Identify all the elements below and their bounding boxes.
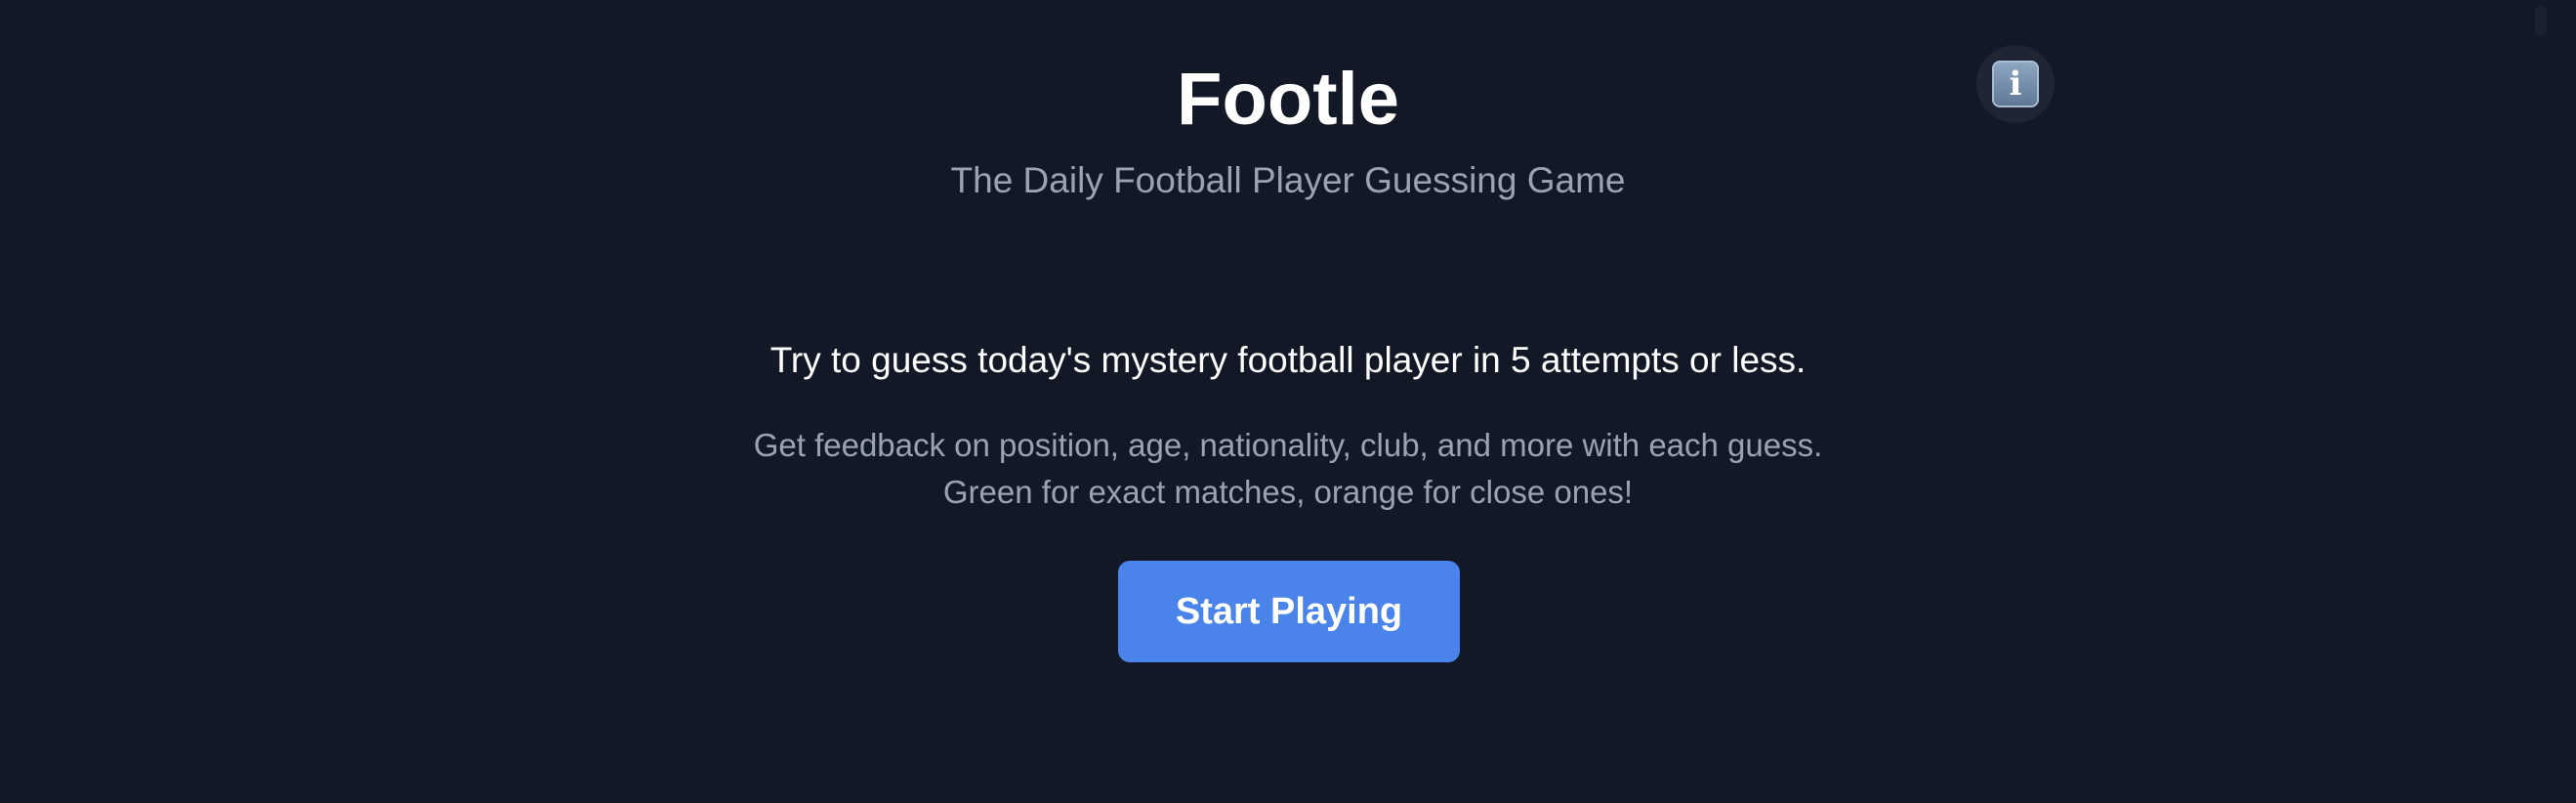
intro-headline: Try to guess today's mystery football pl… bbox=[769, 340, 1807, 380]
start-screen: Footle The Daily Football Player Guessin… bbox=[0, 0, 2576, 803]
info-icon: i bbox=[1992, 61, 2039, 107]
page-title: Footle bbox=[1177, 58, 1399, 141]
page-subtitle: The Daily Football Player Guessing Game bbox=[950, 160, 1626, 200]
intro-description: Get feedback on position, age, nationali… bbox=[0, 422, 2576, 516]
scrollbar-thumb[interactable] bbox=[2535, 6, 2547, 35]
start-playing-button[interactable]: Start Playing bbox=[1118, 561, 1460, 662]
intro-description-line-2: Green for exact matches, orange for clos… bbox=[942, 474, 1634, 510]
intro-description-line-1: Get feedback on position, age, nationali… bbox=[753, 427, 1823, 463]
info-button[interactable]: i bbox=[1976, 45, 2055, 123]
